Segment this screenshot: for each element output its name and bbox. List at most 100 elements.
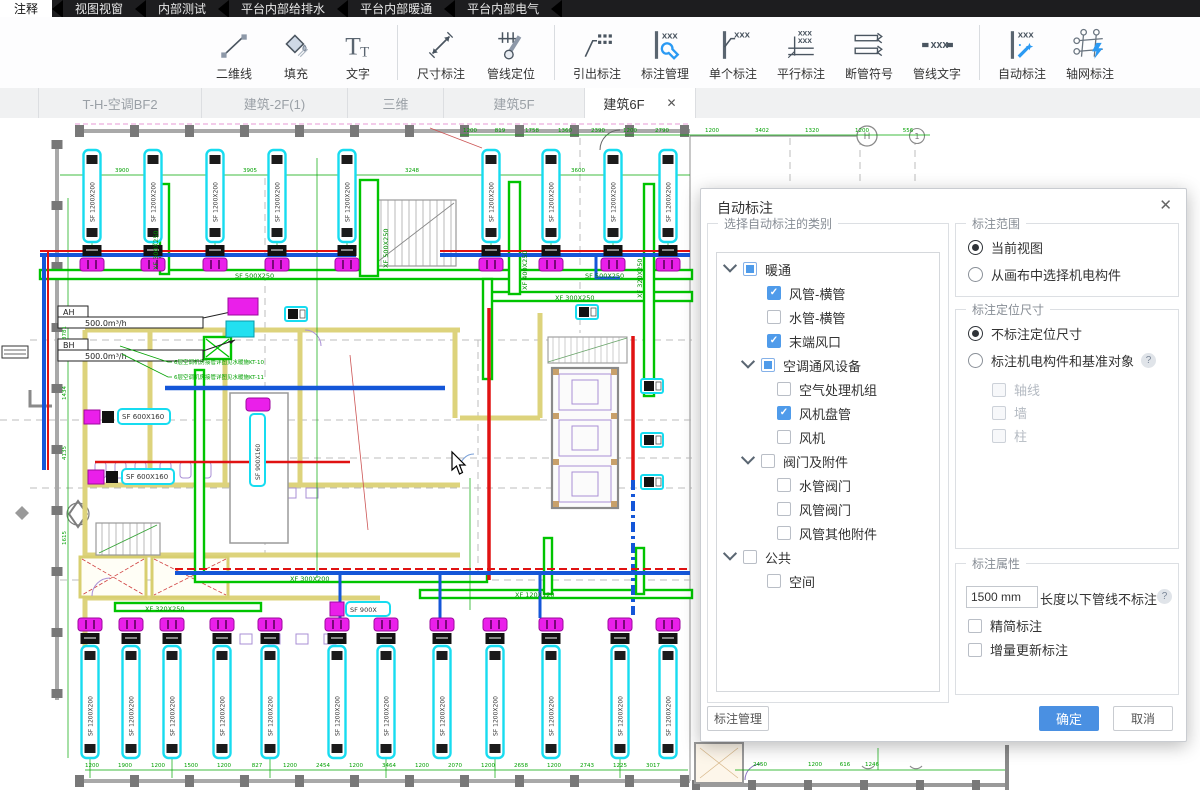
radio-selected[interactable]: [968, 326, 983, 341]
tool-single-annotate[interactable]: xxx 单个标注: [699, 17, 767, 88]
svg-text:AH: AH: [63, 308, 75, 317]
tool-parallel-annotate[interactable]: xxx xxx 平行标注: [767, 17, 835, 88]
checkbox-checked[interactable]: [767, 286, 781, 300]
checkbox-column[interactable]: 柱: [992, 426, 1027, 445]
ribbon-tab-annotate[interactable]: 注释: [0, 0, 52, 17]
mouse-cursor: [452, 452, 465, 474]
svg-text:1200: 1200: [283, 763, 297, 769]
checkbox-wall[interactable]: 墙: [992, 403, 1027, 422]
tab-separator: [135, 0, 146, 18]
checkbox-partial[interactable]: [761, 358, 775, 372]
radio-current-view[interactable]: 当前视图: [968, 238, 1043, 257]
manage-annotations-button[interactable]: 标注管理: [707, 706, 769, 731]
tree-row[interactable]: 风机: [717, 425, 939, 449]
tool-grid-annotate[interactable]: 轴网标注: [1056, 17, 1124, 88]
doc-tab-5f[interactable]: 建筑5F: [444, 88, 585, 118]
tab-separator: [444, 0, 455, 18]
close-icon[interactable]: ✕: [1159, 196, 1172, 214]
ribbon-tab-viewport[interactable]: 视图视窗: [63, 0, 135, 17]
checkbox[interactable]: [743, 550, 757, 564]
chevron-down-icon[interactable]: [741, 355, 755, 369]
svg-text:1: 1: [914, 132, 919, 141]
category-tree: 暖通 风管-横管 水管-横管 末端风口 空调通风设备 空气处理机组 风机盘管 风…: [716, 252, 940, 692]
checkbox[interactable]: [777, 502, 791, 516]
cancel-button[interactable]: 取消: [1113, 706, 1173, 731]
svg-text:XF 300X250: XF 300X250: [555, 294, 595, 302]
doc-tab-3d[interactable]: 三维: [348, 88, 444, 118]
tab-separator: [52, 0, 63, 18]
radio[interactable]: [968, 353, 983, 368]
radio[interactable]: [968, 267, 983, 282]
checkbox[interactable]: [777, 478, 791, 492]
tab-separator: [218, 0, 229, 18]
elevator-block: [552, 368, 618, 508]
doc-tab-6f[interactable]: 建筑6F ✕: [585, 88, 696, 118]
svg-text:1200: 1200: [855, 128, 869, 134]
doc-tab-t-h[interactable]: T-H-空调BF2: [38, 88, 202, 118]
checkbox-axis[interactable]: 轴线: [992, 380, 1040, 399]
tree-row[interactable]: 风管其他附件: [717, 521, 939, 545]
svg-text:3017: 3017: [646, 763, 660, 769]
tool-auto-annotate[interactable]: xxx 自动标注: [988, 17, 1056, 88]
tree-row[interactable]: 阀门及附件: [717, 449, 939, 473]
tool-leader-annotate[interactable]: 引出标注: [563, 17, 631, 88]
checkbox-partial[interactable]: [743, 262, 757, 276]
tree-row[interactable]: 空气处理机组: [717, 377, 939, 401]
checkbox[interactable]: [968, 619, 982, 633]
radio-no-position-dim[interactable]: 不标注定位尺寸: [968, 324, 1082, 343]
svg-text:1200: 1200: [481, 763, 495, 769]
ribbon-tab-internal-test[interactable]: 内部测试: [146, 0, 218, 17]
tool-pipe-locate[interactable]: 管线定位: [476, 17, 546, 88]
checkbox[interactable]: [777, 382, 791, 396]
tool-2d-line[interactable]: 二维线: [203, 17, 265, 88]
checkbox-simplified[interactable]: 精简标注: [968, 616, 1042, 635]
tree-row[interactable]: 风管阀门: [717, 497, 939, 521]
ok-button[interactable]: 确定: [1039, 706, 1099, 731]
chevron-down-icon[interactable]: [723, 547, 737, 561]
tree-row[interactable]: 公共: [717, 545, 939, 569]
checkbox-checked[interactable]: [767, 334, 781, 348]
auto-annotate-icon: xxx: [1005, 27, 1039, 63]
chevron-down-icon[interactable]: [741, 451, 755, 465]
length-threshold-input[interactable]: [966, 586, 1038, 608]
dimension-icon: [424, 27, 458, 63]
checkbox[interactable]: [777, 526, 791, 540]
svg-text:2454: 2454: [316, 763, 330, 769]
tree-row[interactable]: 水管-横管: [717, 305, 939, 329]
checkbox[interactable]: [767, 574, 781, 588]
help-icon[interactable]: ?: [1141, 353, 1156, 368]
tool-pipe-break[interactable]: 断管符号: [835, 17, 903, 88]
svg-text:2743: 2743: [580, 763, 594, 769]
close-tab-icon[interactable]: ✕: [667, 96, 677, 110]
tree-row[interactable]: 末端风口: [717, 329, 939, 353]
chevron-down-icon[interactable]: [723, 259, 737, 273]
help-icon[interactable]: ?: [1157, 589, 1172, 604]
tool-text[interactable]: T T 文字: [327, 17, 389, 88]
checkbox[interactable]: [767, 310, 781, 324]
ribbon-tab-electrical[interactable]: 平台内部电气: [455, 0, 551, 17]
tool-dimension[interactable]: 尺寸标注: [406, 17, 476, 88]
checkbox[interactable]: [777, 430, 791, 444]
tree-row[interactable]: 水管阀门: [717, 473, 939, 497]
checkbox[interactable]: [761, 454, 775, 468]
tree-row[interactable]: 风机盘管: [717, 401, 939, 425]
tree-row[interactable]: 空间: [717, 569, 939, 593]
tree-row[interactable]: 空调通风设备: [717, 353, 939, 377]
checkbox-checked[interactable]: [777, 406, 791, 420]
checkbox-incremental[interactable]: 增量更新标注: [968, 640, 1068, 659]
ribbon-tab-hvac[interactable]: 平台内部暖通: [348, 0, 444, 17]
svg-text:1200: 1200: [415, 763, 429, 769]
radio-selected[interactable]: [968, 240, 983, 255]
ribbon-tab-plumbing[interactable]: 平台内部给排水: [229, 0, 337, 17]
auto-annotate-dialog: 自动标注 ✕ 选择自动标注的类别 暖通 风管-横管 水管-横管 末端风口 空调通…: [700, 188, 1187, 742]
tool-annotate-manage[interactable]: xxx 标注管理: [631, 17, 699, 88]
tree-row[interactable]: 暖通: [717, 257, 939, 281]
tool-fill[interactable]: 填充: [265, 17, 327, 88]
radio-annotate-mep-datum[interactable]: 标注机电构件和基准对象 ?: [968, 351, 1156, 370]
svg-text:xxx: xxx: [1018, 30, 1035, 41]
tree-row[interactable]: 风管-横管: [717, 281, 939, 305]
tool-pipe-text[interactable]: xxx 管线文字: [903, 17, 971, 88]
checkbox[interactable]: [968, 643, 982, 657]
radio-select-from-canvas[interactable]: 从画布中选择机电构件: [968, 265, 1121, 284]
doc-tab-2f[interactable]: 建筑-2F(1): [202, 88, 348, 118]
